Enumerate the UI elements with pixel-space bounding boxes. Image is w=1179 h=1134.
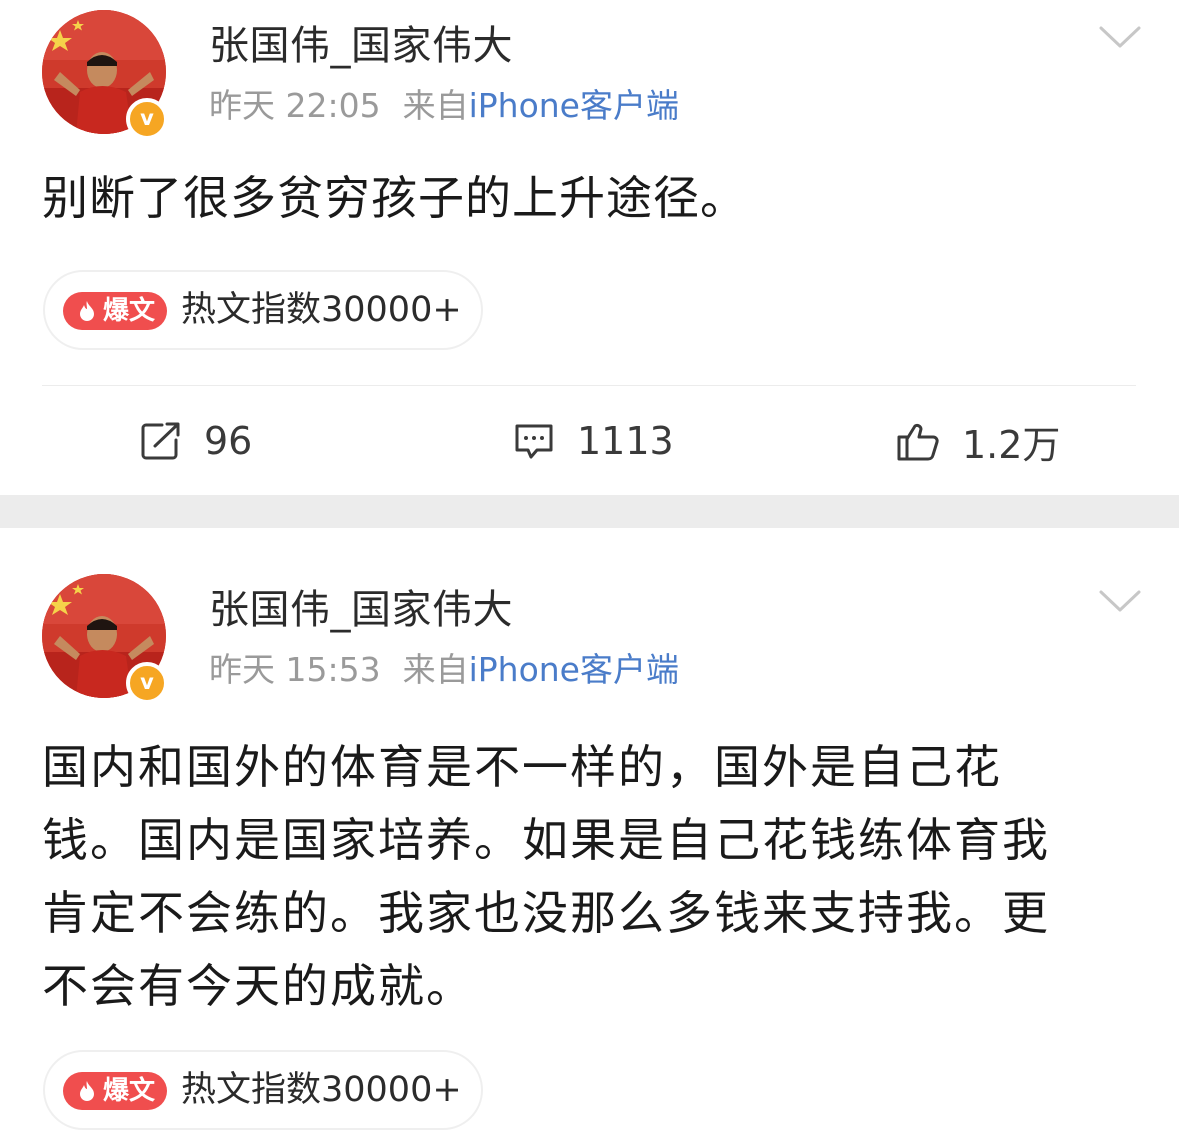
comment-icon — [515, 424, 553, 459]
post-meta: 昨天 15:53 来自iPhone客户端 — [209, 650, 679, 690]
hot-index-pill[interactable]: 爆文 热文指数30000+ — [43, 1050, 483, 1130]
post-text: 别断了很多贫穷孩子的上升途径。 — [42, 171, 747, 225]
hot-tag: 爆文 — [63, 1072, 167, 1110]
chevron-down-icon[interactable] — [1098, 588, 1142, 614]
username[interactable]: 张国伟_国家伟大 — [209, 586, 513, 634]
post-time: 昨天 15:53 — [209, 650, 381, 689]
source-app-link[interactable]: iPhone客户端 — [469, 86, 679, 125]
weibo-post[interactable]: v 张国伟_国家伟大 昨天 15:53 来自iPhone客户端 国内和国外的体育是… — [0, 528, 1179, 1134]
verified-v-icon: v — [126, 98, 168, 140]
post-meta: 昨天 22:05 来自iPhone客户端 — [209, 86, 679, 126]
hot-index-pill[interactable]: 爆文 热文指数30000+ — [43, 270, 483, 350]
user-avatar[interactable]: v — [42, 10, 168, 140]
comment-button[interactable]: 1113 — [513, 418, 674, 464]
repost-button[interactable]: 96 — [140, 418, 252, 464]
source-app-link[interactable]: iPhone客户端 — [469, 650, 679, 689]
post-text: 国内和国外的体育是不一样的，国外是自己花 钱。国内是国家培养。如果是自己花钱练体… — [42, 731, 1142, 1023]
hot-tag-label: 爆文 — [103, 296, 156, 326]
repost-count: 96 — [204, 419, 253, 463]
post-text-line: 不会有今天的成就。 — [42, 959, 474, 1013]
username[interactable]: 张国伟_国家伟大 — [209, 22, 513, 70]
weibo-post[interactable]: v 张国伟_国家伟大 昨天 22:05 来自iPhone客户端 别断了很多贫穷孩子… — [0, 0, 1179, 495]
like-button[interactable]: 1.2万 — [896, 418, 1060, 467]
verified-v-icon: v — [126, 662, 168, 704]
hot-index-text: 热文指数30000+ — [181, 1070, 462, 1110]
hot-index-text: 热文指数30000+ — [181, 290, 462, 330]
repost-icon — [141, 422, 180, 460]
feed-separator — [0, 495, 1179, 528]
source-prefix: 来自 — [402, 650, 469, 689]
source-prefix: 来自 — [402, 86, 469, 125]
hot-tag-label: 爆文 — [103, 1076, 156, 1106]
chevron-down-icon[interactable] — [1098, 24, 1142, 50]
comment-count: 1113 — [577, 419, 674, 463]
flame-icon — [80, 1081, 94, 1101]
divider — [42, 385, 1136, 386]
hot-tag: 爆文 — [63, 292, 167, 330]
thumbs-up-icon — [897, 423, 939, 461]
post-text-line: 肯定不会练的。我家也没那么多钱来支持我。更 — [42, 886, 1050, 940]
flame-icon — [80, 301, 94, 321]
like-count: 1.2万 — [962, 422, 1061, 467]
post-time: 昨天 22:05 — [209, 86, 381, 125]
post-text-line: 国内和国外的体育是不一样的，国外是自己花 — [42, 740, 1002, 794]
user-avatar[interactable]: v — [42, 574, 168, 704]
post-text-line: 钱。国内是国家培养。如果是自己花钱练体育我 — [42, 813, 1050, 867]
